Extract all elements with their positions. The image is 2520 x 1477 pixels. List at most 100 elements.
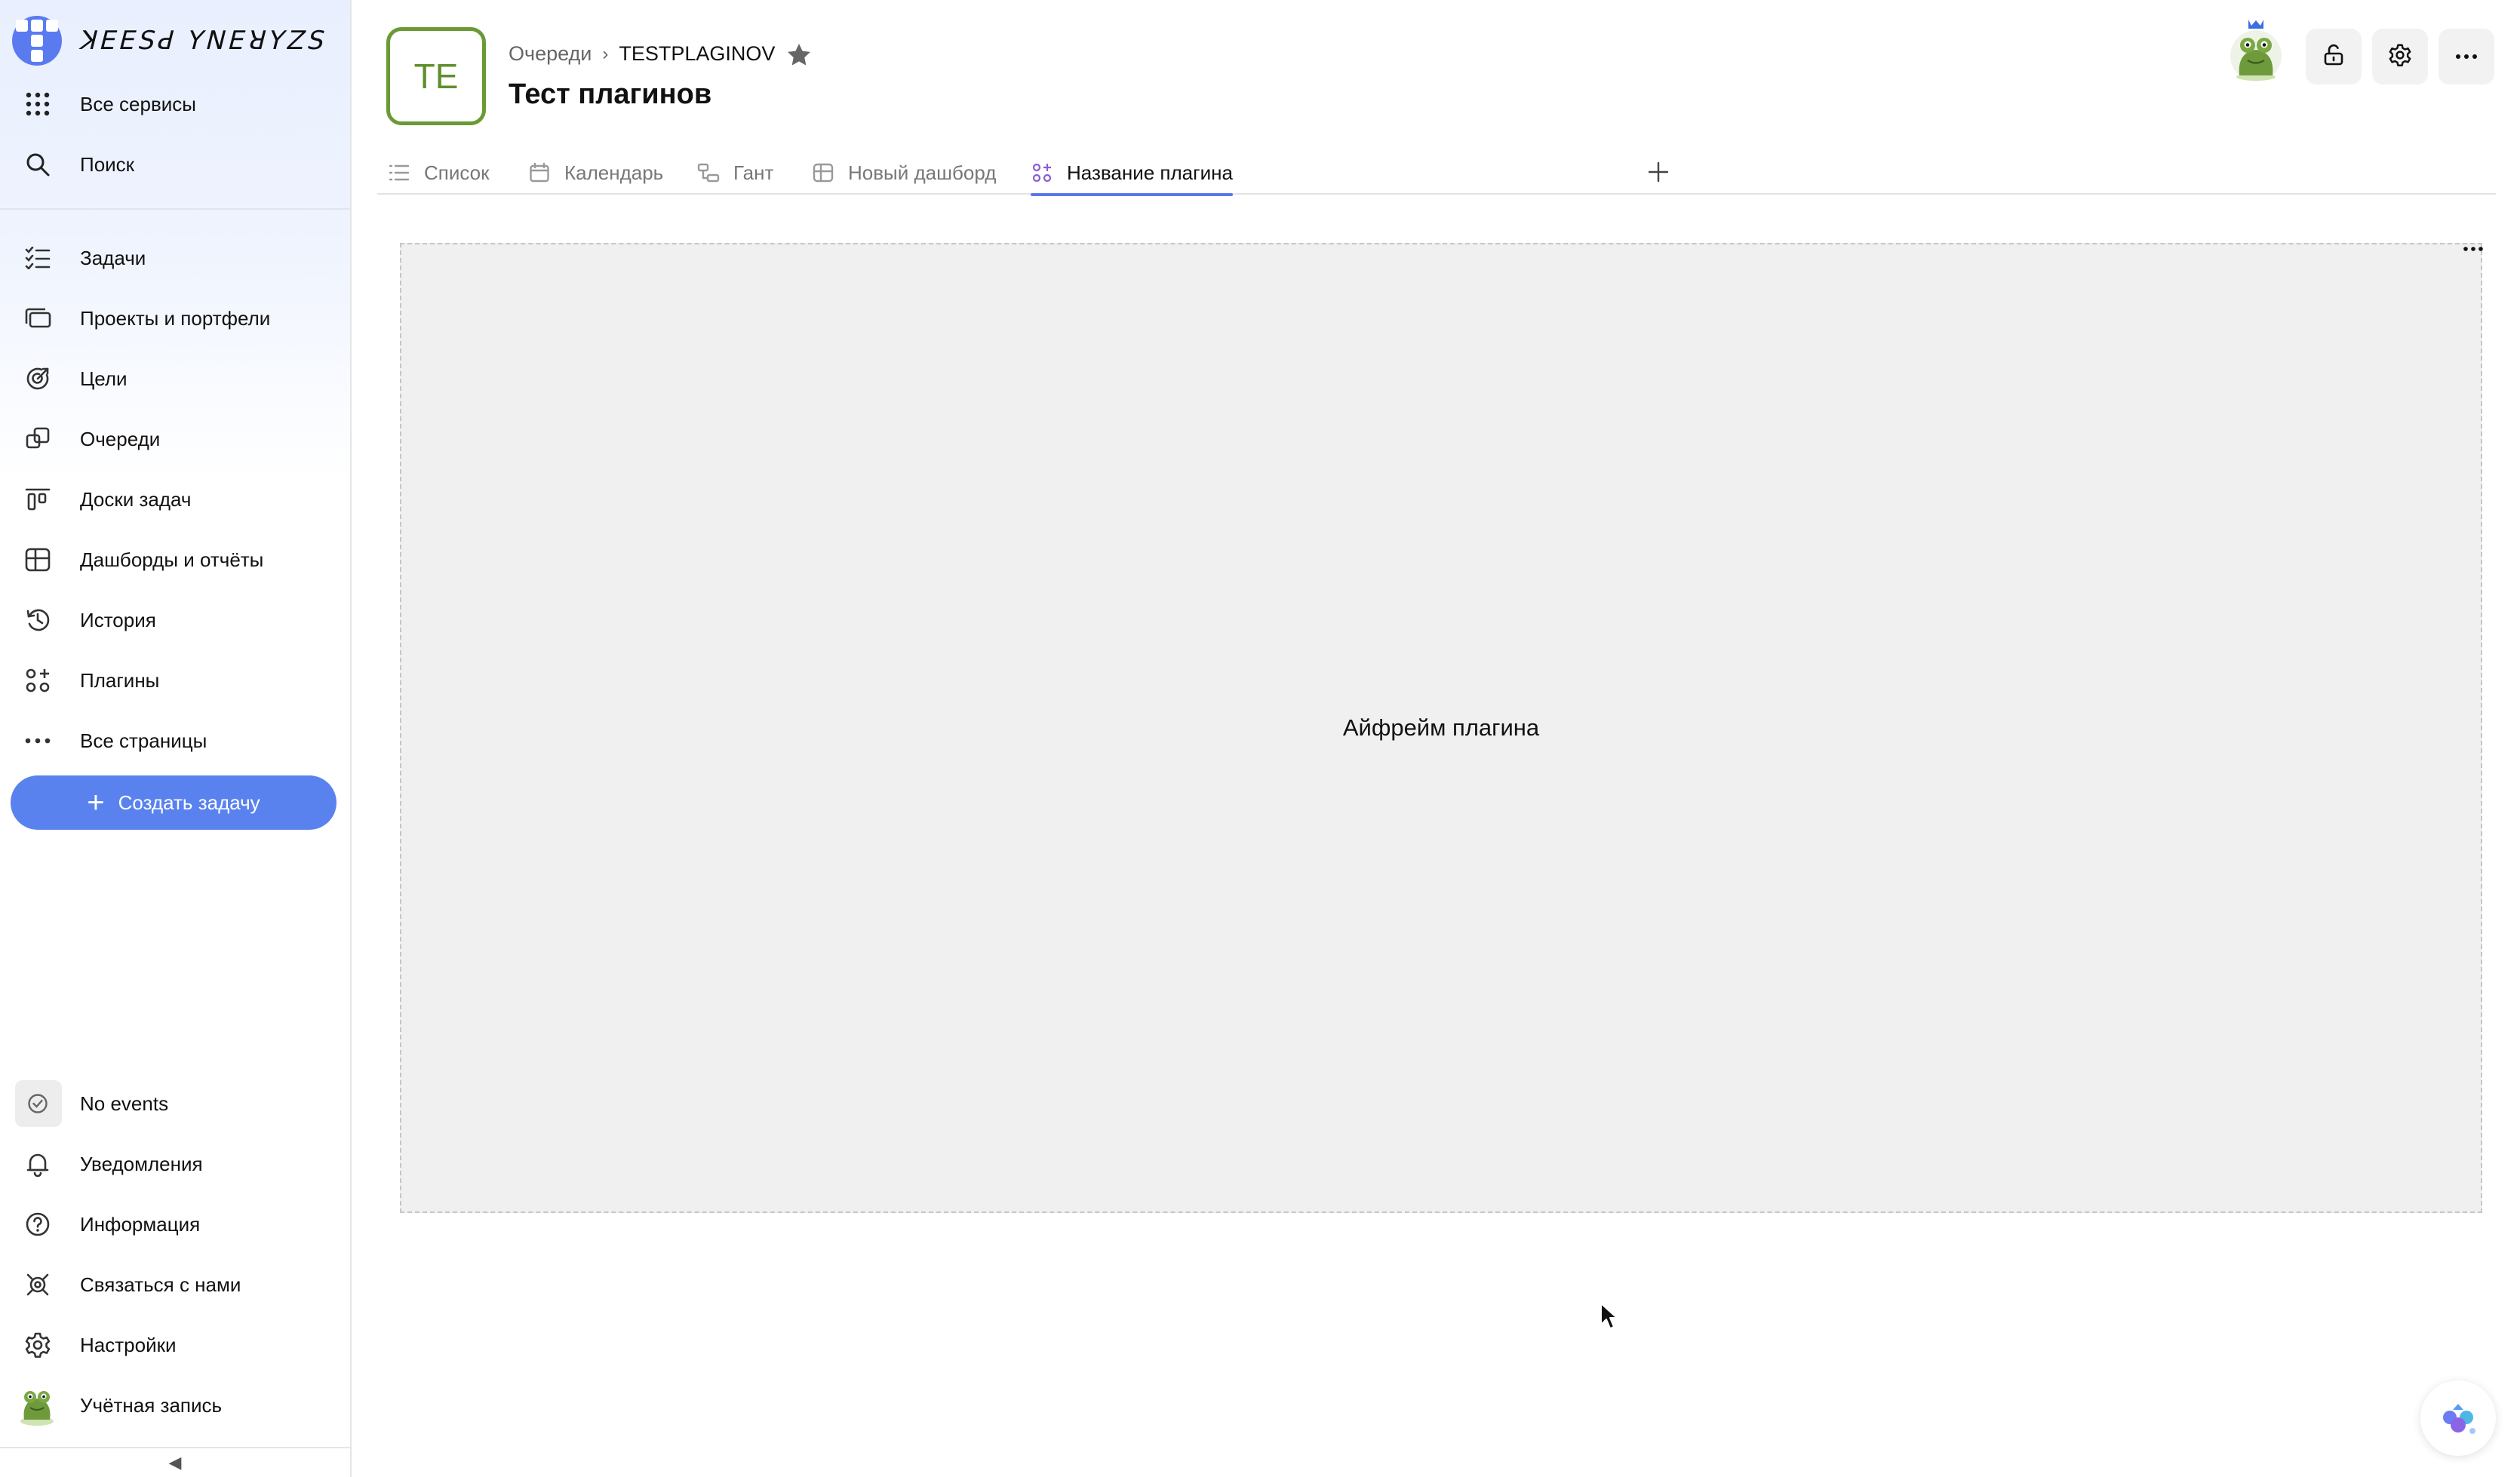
more-dots-icon bbox=[2455, 50, 2478, 63]
settings-button[interactable] bbox=[2372, 29, 2428, 84]
assistant-icon bbox=[2443, 1404, 2475, 1434]
more-dots-icon bbox=[23, 726, 53, 756]
page-title: Тест плагинов bbox=[509, 78, 712, 110]
lock-icon bbox=[2322, 44, 2345, 70]
sidebar-item-events[interactable]: No events bbox=[0, 1073, 350, 1134]
plugin-menu-button[interactable] bbox=[2461, 240, 2485, 258]
more-dots-icon bbox=[2463, 247, 2483, 251]
sidebar-collapse-button[interactable]: ◀ bbox=[0, 1447, 350, 1477]
sidebar-item-label: Проекты и портфели bbox=[80, 306, 271, 330]
sidebar-item-goals[interactable]: Цели bbox=[0, 349, 350, 409]
sidebar-item-label: Цели bbox=[80, 367, 128, 390]
sidebar-divider bbox=[0, 208, 350, 210]
sidebar-item-account[interactable]: Учётная запись bbox=[0, 1375, 350, 1436]
sidebar-item-history[interactable]: История bbox=[0, 590, 350, 650]
dashboard-icon bbox=[812, 161, 834, 184]
check-circle-icon bbox=[23, 1089, 53, 1119]
sidebar-item-label: Информация bbox=[80, 1212, 201, 1236]
breadcrumb: Очереди › TESTPLAGINOV bbox=[509, 42, 775, 66]
breadcrumb-queues-link[interactable]: Очереди bbox=[509, 42, 592, 66]
tab-label: Календарь bbox=[564, 161, 664, 184]
breadcrumb-separator: › bbox=[602, 43, 609, 64]
plugins-icon bbox=[1031, 161, 1053, 184]
gear-icon bbox=[23, 1330, 53, 1360]
more-actions-button[interactable] bbox=[2439, 29, 2494, 84]
collapse-arrow-icon: ◀ bbox=[168, 1453, 182, 1472]
sidebar-item-label: Все страницы bbox=[80, 729, 207, 752]
sidebar-item-label: Доски задач bbox=[80, 487, 192, 511]
sidebar-item-boards[interactable]: Доски задач bbox=[0, 469, 350, 530]
sidebar-item-all-services[interactable]: Все сервисы bbox=[0, 74, 350, 134]
help-circle-icon bbox=[23, 1209, 53, 1239]
logo-text: ꓘꓰꓰꓢꓒ ꓬꓠꓰꓤꓬꓜꓢ bbox=[78, 26, 326, 56]
queue-avatar-text: TE bbox=[413, 57, 459, 96]
grid-dots-icon bbox=[23, 89, 53, 119]
plugin-iframe[interactable]: Айфрейм плагина bbox=[400, 243, 2482, 1213]
tab-new-dashboard[interactable]: Новый дашборд bbox=[812, 151, 996, 195]
sidebar-item-label: Задачи bbox=[80, 246, 146, 269]
sidebar-item-notifications[interactable]: Уведомления bbox=[0, 1134, 350, 1194]
plus-icon bbox=[1648, 161, 1669, 183]
search-icon bbox=[23, 149, 53, 180]
sidebar-item-label: Плагины bbox=[80, 668, 160, 692]
sidebar-item-dashboards[interactable]: Дашборды и отчёты bbox=[0, 530, 350, 590]
add-tab-button[interactable] bbox=[1643, 157, 1673, 187]
sidebar-item-plugins[interactable]: Плагины bbox=[0, 650, 350, 711]
queues-icon bbox=[23, 424, 53, 454]
create-task-button[interactable]: + Создать задачу bbox=[11, 775, 337, 830]
tab-plugin[interactable]: Название плагина bbox=[1031, 151, 1233, 196]
sidebar-item-tasks[interactable]: Задачи bbox=[0, 228, 350, 288]
queue-avatar: TE bbox=[386, 27, 486, 125]
sidebar-item-label: No events bbox=[80, 1092, 169, 1115]
sidebar-item-label: Уведомления bbox=[80, 1152, 203, 1175]
dashboard-icon bbox=[23, 545, 53, 575]
logo-icon bbox=[12, 16, 62, 66]
app-logo[interactable]: ꓘꓰꓰꓢꓒ ꓬꓠꓰꓤꓬꓜꓢ bbox=[12, 16, 326, 66]
tab-gantt[interactable]: Гант bbox=[697, 151, 773, 195]
task-list-icon bbox=[23, 243, 53, 273]
user-avatar-icon bbox=[14, 1382, 60, 1429]
gantt-icon bbox=[697, 161, 720, 184]
sidebar-item-label: История bbox=[80, 608, 156, 631]
sidebar-item-settings[interactable]: Настройки bbox=[0, 1315, 350, 1375]
list-icon bbox=[388, 161, 410, 184]
sidebar-item-label: Дашборды и отчёты bbox=[80, 548, 264, 571]
sidebar-item-all-pages[interactable]: Все страницы bbox=[0, 711, 350, 771]
view-tabs: Список Календарь Гант Новый дашборд Назв… bbox=[377, 143, 2496, 196]
app-root: ꓘꓰꓰꓢꓒ ꓬꓠꓰꓤꓬꓜꓢ Все сервисы Поиск Задачи П… bbox=[0, 0, 2520, 1477]
sidebar-item-projects[interactable]: Проекты и портфели bbox=[0, 288, 350, 349]
tab-list[interactable]: Список bbox=[388, 151, 490, 195]
support-icon bbox=[23, 1270, 53, 1300]
calendar-icon bbox=[528, 161, 551, 184]
sidebar-item-label: Связаться с нами bbox=[80, 1273, 241, 1296]
tab-label: Список bbox=[424, 161, 490, 184]
tab-label: Гант bbox=[733, 161, 774, 184]
plugin-iframe-label: Айфрейм плагина bbox=[1342, 714, 1540, 741]
assistant-button[interactable] bbox=[2420, 1380, 2496, 1456]
favorite-star-icon[interactable] bbox=[785, 41, 813, 69]
portfolio-icon bbox=[23, 303, 53, 333]
target-icon bbox=[23, 364, 53, 394]
create-task-label: Создать задачу bbox=[118, 791, 260, 814]
lock-button[interactable] bbox=[2306, 29, 2362, 84]
sidebar-item-contact[interactable]: Связаться с нами bbox=[0, 1254, 350, 1315]
tab-label: Название плагина bbox=[1067, 161, 1233, 184]
tab-label: Новый дашборд bbox=[848, 161, 997, 184]
sidebar-item-search[interactable]: Поиск bbox=[0, 134, 350, 195]
sidebar-item-info[interactable]: Информация bbox=[0, 1194, 350, 1254]
sidebar-item-label: Очереди bbox=[80, 427, 161, 450]
board-icon bbox=[23, 484, 53, 514]
sidebar: ꓘꓰꓰꓢꓒ ꓬꓠꓰꓤꓬꓜꓢ Все сервисы Поиск Задачи П… bbox=[0, 0, 352, 1477]
user-avatar[interactable] bbox=[2226, 18, 2286, 83]
sidebar-item-label: Настройки bbox=[80, 1333, 177, 1356]
mouse-cursor-icon bbox=[1600, 1302, 1619, 1331]
sidebar-item-queues[interactable]: Очереди bbox=[0, 409, 350, 469]
sidebar-item-label: Все сервисы bbox=[80, 92, 196, 115]
plus-icon: + bbox=[87, 786, 105, 819]
gear-icon bbox=[2389, 44, 2411, 70]
history-icon bbox=[23, 605, 53, 635]
sidebar-item-label: Поиск bbox=[80, 152, 135, 176]
sidebar-item-label: Учётная запись bbox=[80, 1393, 223, 1417]
tab-calendar[interactable]: Календарь bbox=[528, 151, 663, 195]
breadcrumb-queue-key[interactable]: TESTPLAGINOV bbox=[619, 42, 775, 66]
